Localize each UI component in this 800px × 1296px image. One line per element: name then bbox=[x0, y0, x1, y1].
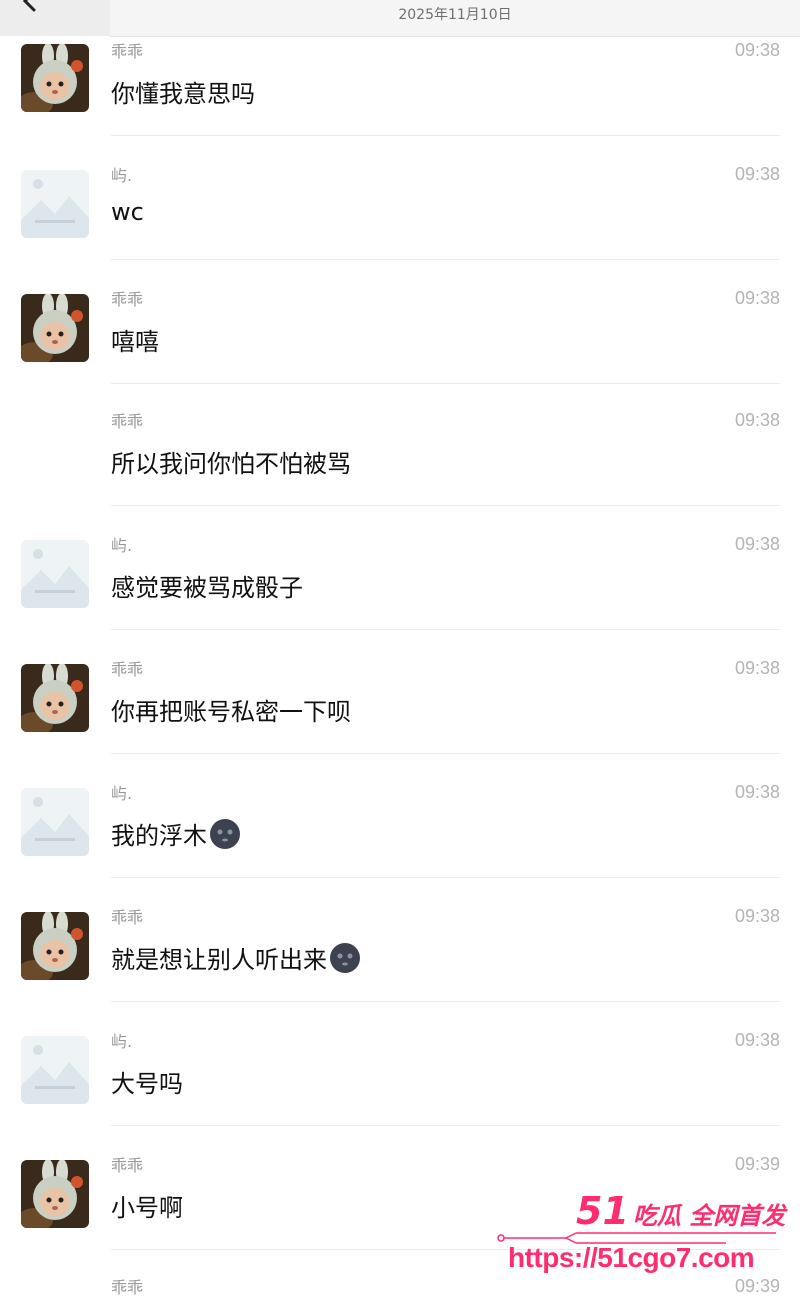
watermark-number: 51 bbox=[576, 1189, 629, 1233]
bunny-avatar[interactable] bbox=[21, 294, 89, 362]
sender-name: 屿. bbox=[111, 536, 133, 555]
message-text-content: 小号啊 bbox=[111, 1194, 183, 1222]
bunny-avatar-icon bbox=[21, 912, 89, 980]
sender-name: 乖乖 bbox=[111, 660, 144, 679]
divider bbox=[111, 259, 780, 260]
image-placeholder-icon bbox=[21, 540, 89, 608]
sender-name: 乖乖 bbox=[111, 42, 144, 61]
watermark-slogan: 吃瓜 全网首发 bbox=[632, 1202, 786, 1230]
bunny-avatar-icon bbox=[21, 294, 89, 362]
message-list: 乖乖 09:38 你懂我意思吗 屿. 09:38 wc 乖乖 09:38 嘻嘻 … bbox=[0, 0, 800, 1296]
message-text: wc bbox=[111, 198, 144, 226]
image-placeholder-icon bbox=[21, 1036, 89, 1104]
sender-name: 乖乖 bbox=[111, 908, 144, 927]
message-text: 小号啊 bbox=[111, 1188, 183, 1223]
bunny-avatar[interactable] bbox=[21, 912, 89, 980]
message-text: 嘻嘻 bbox=[111, 322, 159, 357]
sender-name: 乖乖 bbox=[111, 1156, 144, 1175]
message-time: 09:38 bbox=[734, 782, 780, 802]
message-text-content: 你懂我意思吗 bbox=[111, 80, 255, 108]
message-row[interactable]: 屿. 09:38 大号吗 bbox=[0, 1028, 800, 1152]
divider bbox=[111, 505, 780, 506]
image-placeholder-icon bbox=[21, 170, 89, 238]
message-time: 09:38 bbox=[734, 534, 780, 554]
landscape-placeholder-avatar[interactable] bbox=[21, 788, 89, 856]
divider bbox=[111, 383, 780, 384]
bunny-avatar-icon bbox=[21, 664, 89, 732]
sender-name: 屿. bbox=[111, 166, 133, 185]
message-text: 感觉要被骂成骰子 bbox=[111, 568, 303, 603]
message-text: 所以我问你怕不怕被骂 bbox=[111, 444, 351, 479]
message-row[interactable]: 乖乖 09:38 你懂我意思吗 bbox=[0, 38, 800, 162]
message-time: 09:38 bbox=[734, 164, 780, 184]
watermark-url: https://51cgo7.com bbox=[508, 1242, 755, 1273]
bunny-avatar-icon bbox=[21, 44, 89, 112]
message-text-content: 大号吗 bbox=[111, 1070, 183, 1098]
message-row[interactable]: 屿. 09:38 感觉要被骂成骰子 bbox=[0, 532, 800, 656]
divider bbox=[111, 753, 780, 754]
divider bbox=[111, 877, 780, 878]
message-text-content: 我的浮木 bbox=[111, 822, 207, 850]
message-time: 09:39 bbox=[734, 1154, 780, 1174]
message-text: 我的浮木 bbox=[111, 816, 241, 851]
message-time: 09:38 bbox=[734, 658, 780, 678]
message-text: 你懂我意思吗 bbox=[111, 74, 255, 109]
message-row[interactable]: 乖乖 09:38 所以我问你怕不怕被骂 bbox=[0, 408, 800, 532]
message-text-content: 感觉要被骂成骰子 bbox=[111, 574, 303, 602]
message-text: 大号吗 bbox=[111, 1064, 183, 1099]
sender-name: 乖乖 bbox=[111, 290, 144, 309]
message-text-content: 所以我问你怕不怕被骂 bbox=[111, 450, 351, 478]
message-row[interactable]: 乖乖 09:38 就是想让别人听出来 bbox=[0, 904, 800, 1028]
sender-name: 屿. bbox=[111, 1032, 133, 1051]
divider bbox=[111, 629, 780, 630]
watermark: 51 吃瓜 全网首发 https://51cgo7.com bbox=[496, 1190, 800, 1296]
divider bbox=[111, 135, 780, 136]
landscape-placeholder-avatar[interactable] bbox=[21, 540, 89, 608]
message-row[interactable]: 屿. 09:38 wc bbox=[0, 162, 800, 286]
bunny-avatar-icon bbox=[21, 1160, 89, 1228]
message-time: 09:38 bbox=[734, 1030, 780, 1050]
bunny-avatar[interactable] bbox=[21, 44, 89, 112]
message-text-content: 嘻嘻 bbox=[111, 328, 159, 356]
landscape-placeholder-avatar[interactable] bbox=[21, 170, 89, 238]
watermark-brand: 51 吃瓜 全网首发 bbox=[576, 1192, 785, 1231]
dark-face-emoji-icon bbox=[210, 818, 240, 849]
sender-name: 屿. bbox=[111, 784, 133, 803]
message-time: 09:38 bbox=[734, 40, 780, 60]
message-text-content: 就是想让别人听出来 bbox=[111, 946, 327, 974]
sender-name: 乖乖 bbox=[111, 1278, 144, 1296]
message-time: 09:38 bbox=[734, 906, 780, 926]
message-row[interactable]: 乖乖 09:38 嘻嘻 bbox=[0, 286, 800, 410]
divider bbox=[111, 1001, 780, 1002]
message-text: 就是想让别人听出来 bbox=[111, 940, 361, 975]
bunny-avatar[interactable] bbox=[21, 1160, 89, 1228]
message-row[interactable]: 屿. 09:38 我的浮木 bbox=[0, 780, 800, 904]
message-time: 09:38 bbox=[734, 288, 780, 308]
sender-name: 乖乖 bbox=[111, 412, 144, 431]
message-text: 你再把账号私密一下呗 bbox=[111, 692, 351, 727]
message-text-content: wc bbox=[111, 198, 144, 226]
dark-face-emoji-icon bbox=[330, 942, 360, 973]
message-time: 09:38 bbox=[734, 410, 780, 430]
landscape-placeholder-avatar[interactable] bbox=[21, 1036, 89, 1104]
bunny-avatar[interactable] bbox=[21, 664, 89, 732]
divider bbox=[111, 1125, 780, 1126]
image-placeholder-icon bbox=[21, 788, 89, 856]
message-text-content: 你再把账号私密一下呗 bbox=[111, 698, 351, 726]
message-row[interactable]: 乖乖 09:38 你再把账号私密一下呗 bbox=[0, 656, 800, 780]
